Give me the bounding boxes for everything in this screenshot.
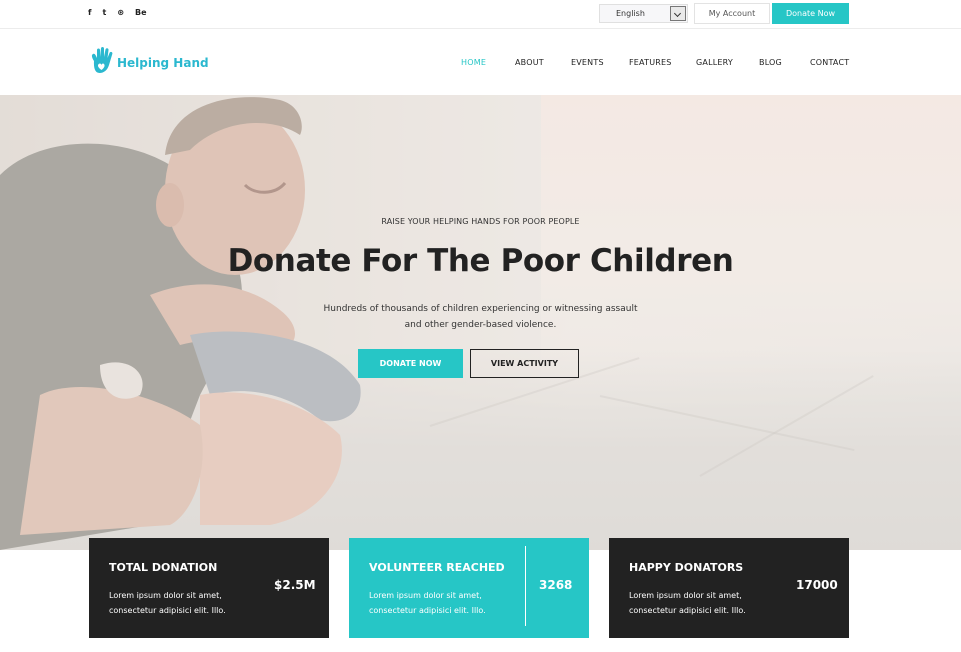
- facebook-icon[interactable]: f: [88, 7, 91, 19]
- hero-description-line: and other gender-based violence.: [404, 320, 557, 330]
- stat-value: 3268: [539, 578, 573, 592]
- stat-card-happy-donators: HAPPY DONATORS Lorem ipsum dolor sit ame…: [609, 538, 849, 638]
- nav-item-features[interactable]: FEATURES: [629, 58, 672, 67]
- stat-title: VOLUNTEER REACHED: [369, 561, 505, 574]
- nav-item-home[interactable]: HOME: [461, 58, 486, 67]
- chevron-down-icon[interactable]: [670, 6, 686, 21]
- twitter-icon[interactable]: t: [102, 7, 106, 19]
- language-value: English: [616, 9, 645, 18]
- stat-text-line: Lorem ipsum dolor sit amet,: [369, 591, 482, 600]
- nav-item-gallery[interactable]: GALLERY: [696, 58, 733, 67]
- stat-title: TOTAL DONATION: [109, 561, 218, 574]
- stat-value: 17000: [796, 578, 838, 592]
- nav-item-contact[interactable]: CONTACT: [810, 58, 849, 67]
- nav-item-about[interactable]: ABOUT: [515, 58, 544, 67]
- stat-text-line: Lorem ipsum dolor sit amet,: [109, 591, 222, 600]
- nav-menu: HOME ABOUT EVENTS FEATURES GALLERY BLOG …: [0, 58, 961, 70]
- stat-card-total-donation: TOTAL DONATION Lorem ipsum dolor sit ame…: [89, 538, 329, 638]
- stat-text: Lorem ipsum dolor sit amet, consectetur …: [369, 588, 519, 618]
- stat-text-line: Lorem ipsum dolor sit amet,: [629, 591, 742, 600]
- nav-item-events[interactable]: EVENTS: [571, 58, 604, 67]
- stat-text-line: consectetur adipisici elit. Illo.: [109, 606, 226, 615]
- stat-value: $2.5M: [274, 578, 316, 592]
- dribbble-icon[interactable]: ⊛: [117, 7, 124, 19]
- stat-divider: [525, 546, 526, 626]
- my-account-button[interactable]: My Account: [694, 3, 770, 24]
- view-activity-button[interactable]: VIEW ACTIVITY: [470, 349, 579, 378]
- donate-now-button[interactable]: DONATE NOW: [358, 349, 463, 378]
- stat-text-line: consectetur adipisici elit. Illo.: [629, 606, 746, 615]
- nav-item-blog[interactable]: BLOG: [759, 58, 782, 67]
- hero-description: Hundreds of thousands of children experi…: [300, 301, 661, 333]
- hero-eyebrow: RAISE YOUR HELPING HANDS FOR POOR PEOPLE: [381, 217, 580, 226]
- stat-text-line: consectetur adipisici elit. Illo.: [369, 606, 486, 615]
- social-links: f t ⊛ Be: [88, 7, 158, 19]
- hero-headline: Donate For The Poor Children: [227, 243, 734, 279]
- hero-section: RAISE YOUR HELPING HANDS FOR POOR PEOPLE…: [0, 95, 961, 550]
- stat-text: Lorem ipsum dolor sit amet, consectetur …: [109, 588, 259, 618]
- top-bar: f t ⊛ Be English My Account Donate Now: [0, 0, 961, 29]
- donate-now-top-button[interactable]: Donate Now: [772, 3, 849, 24]
- stat-text: Lorem ipsum dolor sit amet, consectetur …: [629, 588, 779, 618]
- hero-description-line: Hundreds of thousands of children experi…: [323, 304, 638, 314]
- stat-title: HAPPY DONATORS: [629, 561, 744, 574]
- main-navbar: Helping Hand HOME ABOUT EVENTS FEATURES …: [0, 29, 961, 95]
- behance-icon[interactable]: Be: [135, 7, 147, 19]
- stat-card-volunteer-reached: VOLUNTEER REACHED Lorem ipsum dolor sit …: [349, 538, 589, 638]
- language-select[interactable]: English: [599, 4, 688, 23]
